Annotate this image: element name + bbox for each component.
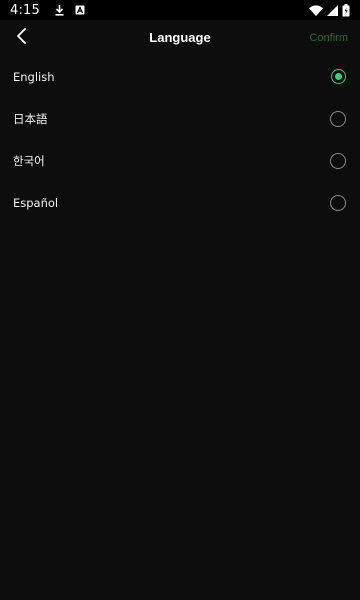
download-icon [54,4,65,16]
language-label: 한국어 [13,154,45,168]
radio-unselected[interactable] [330,111,346,127]
confirm-button[interactable]: Confirm [309,20,348,56]
radio-unselected[interactable] [330,195,346,211]
language-label: English [13,70,55,84]
language-list: English 日本語 한국어 Español [0,56,360,224]
language-label: 日本語 [13,112,48,126]
page-title: Language [149,30,211,45]
language-label: Español [13,196,59,210]
language-option-korean[interactable]: 한국어 [0,140,360,182]
status-bar: 4:15 [0,0,360,20]
signal-icon [327,4,338,16]
language-option-english[interactable]: English [0,56,360,98]
language-option-spanish[interactable]: Español [0,182,360,224]
status-time: 4:15 [10,2,40,18]
radio-selected[interactable] [331,69,346,84]
wifi-icon [309,4,323,16]
battery-icon [342,3,350,17]
language-option-japanese[interactable]: 日本語 [0,98,360,140]
radio-unselected[interactable] [330,153,346,169]
app-header: Language Confirm [0,20,360,56]
app-notification-icon [75,5,85,15]
